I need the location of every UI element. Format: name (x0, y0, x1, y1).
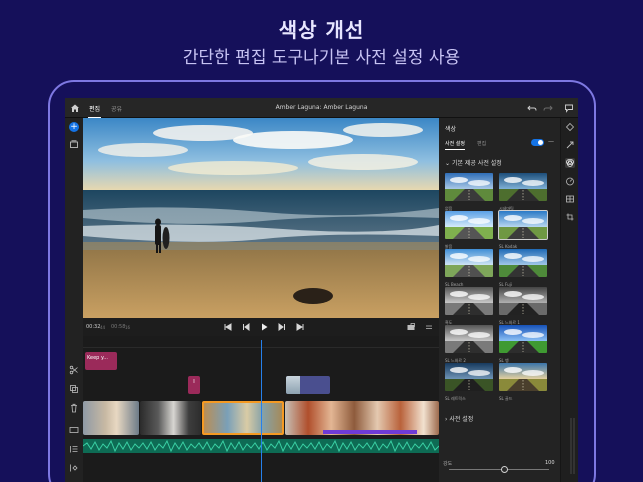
preset-tile[interactable]: 흑도 (445, 287, 493, 326)
split-icon[interactable] (69, 365, 79, 375)
project-title: Amber Laguna: Amber Laguna (275, 104, 368, 111)
preset-thumbnail (445, 287, 493, 315)
intensity-slider-knob[interactable] (500, 466, 508, 473)
play-icon[interactable] (259, 322, 269, 332)
preset-thumbnail (445, 211, 493, 239)
preset-thumbnail (499, 173, 547, 201)
preset-tile[interactable]: SL 느와르 2 (445, 325, 493, 364)
audio-meter-right (573, 418, 575, 474)
undo-icon[interactable] (527, 103, 537, 113)
builtin-presets-header[interactable]: ⌄ 기본 제공 사전 설정 (445, 158, 502, 167)
right-toolbar (560, 118, 578, 482)
panel-title: 색상 (445, 126, 457, 133)
overlay-clip-thumbnail (286, 376, 300, 394)
beach-sunset-video-frame (83, 118, 439, 318)
promo-title: 색상 개선 (278, 18, 365, 42)
media-bin-icon[interactable] (69, 139, 79, 149)
current-time: 00:32 (86, 324, 101, 330)
title-clip[interactable]: Keep y... (85, 352, 117, 370)
duration: 00:58 (111, 324, 126, 330)
tab-color-edit[interactable]: 편집 (477, 140, 486, 147)
grid-icon[interactable] (565, 194, 575, 204)
color-effect-bar (323, 430, 417, 434)
transport-bar: 00:32 44 00:58 16 (83, 318, 439, 336)
preset-tile[interactable]: 밝음 (445, 211, 493, 250)
presets-section-header[interactable]: › 사전 설정 (445, 414, 473, 423)
app-window: 편집 공유 Amber Laguna: Amber Laguna + 00:32… (65, 98, 578, 482)
redo-icon[interactable] (543, 103, 553, 113)
preset-thumbnail (498, 210, 548, 240)
preset-tile[interactable]: SL 느와르 1 (499, 287, 547, 326)
transform-icon[interactable] (565, 212, 575, 222)
more-options-icon[interactable]: — (548, 138, 554, 145)
preset-thumbnail (445, 249, 493, 277)
skip-start-icon[interactable] (223, 322, 233, 332)
top-bar: 편집 공유 Amber Laguna: Amber Laguna (65, 98, 578, 118)
delete-icon[interactable] (69, 403, 79, 413)
preset-label: SL 골드 (499, 396, 513, 401)
small-title-clip[interactable]: I (188, 376, 200, 394)
preset-thumbnail (499, 325, 547, 353)
skip-end-icon[interactable] (295, 322, 305, 332)
track-list-icon[interactable] (69, 444, 79, 454)
preset-tile[interactable]: SL Kodak (498, 210, 548, 249)
speedometer-icon[interactable] (565, 176, 575, 186)
shapes-icon[interactable] (565, 122, 575, 132)
keyframe-icon[interactable] (69, 463, 79, 473)
video-clip-selected[interactable] (202, 401, 284, 435)
preset-thumbnail (499, 363, 547, 391)
current-frames: 44 (100, 325, 106, 330)
preset-tile[interactable]: SL Fuji (499, 249, 547, 287)
left-toolbar: + (65, 118, 83, 482)
preset-tile[interactable]: 없음 (445, 173, 493, 212)
overlay-clip[interactable] (286, 376, 330, 394)
playhead[interactable] (261, 340, 262, 482)
speed-icon[interactable] (565, 140, 575, 150)
duration-frames: 16 (125, 325, 131, 330)
preset-thumbnail (445, 173, 493, 201)
preset-thumbnail (499, 287, 547, 315)
video-viewer[interactable] (83, 118, 439, 318)
timeline[interactable]: Keep y... I (83, 336, 439, 482)
intensity-label: 강도 (443, 461, 453, 467)
preset-tile[interactable]: SL 골드 (499, 363, 547, 402)
color-enable-toggle[interactable] (531, 139, 544, 146)
video-clip-1[interactable] (83, 401, 139, 435)
add-media-button[interactable]: + (69, 122, 79, 132)
preset-tile[interactable]: SL Beach (445, 249, 493, 287)
tab-presets[interactable]: 사전 설정 (445, 140, 465, 150)
builtin-presets-label: 기본 제공 사전 설정 (451, 160, 502, 167)
preset-tile[interactable]: SL 뱅 (499, 325, 547, 364)
preset-thumbnail (445, 325, 493, 353)
color-icon[interactable] (565, 158, 575, 168)
preset-thumbnail (499, 249, 547, 277)
fullscreen-icon[interactable] (424, 322, 434, 332)
comment-icon[interactable] (564, 103, 574, 113)
preset-tile[interactable]: 시네마틱 (499, 173, 547, 212)
intensity-value: 100 (545, 460, 555, 466)
preset-tile[interactable]: SL 레트릭스 (445, 363, 493, 402)
video-clip-2[interactable] (140, 401, 201, 435)
presets-section-label: 사전 설정 (449, 416, 474, 423)
captions-icon[interactable] (69, 425, 79, 435)
preset-label: SL 레트릭스 (445, 396, 466, 401)
preset-thumbnail (445, 363, 493, 391)
color-panel: 색상 사전 설정 편집 — ⌄ 기본 제공 사전 설정 없음 시네마틱 밝음 SL K… (439, 118, 560, 482)
duplicate-icon[interactable] (69, 384, 79, 394)
audio-meter-left (570, 418, 572, 474)
step-forward-icon[interactable] (277, 322, 287, 332)
aspect-ratio-icon[interactable] (406, 322, 416, 332)
chevron-down-icon: ⌄ (445, 160, 452, 167)
step-back-icon[interactable] (241, 322, 251, 332)
promo-subtitle: 간단한 편집 도구나기본 사전 설정 사용 (182, 48, 461, 68)
intensity-slider-track[interactable] (449, 469, 549, 470)
